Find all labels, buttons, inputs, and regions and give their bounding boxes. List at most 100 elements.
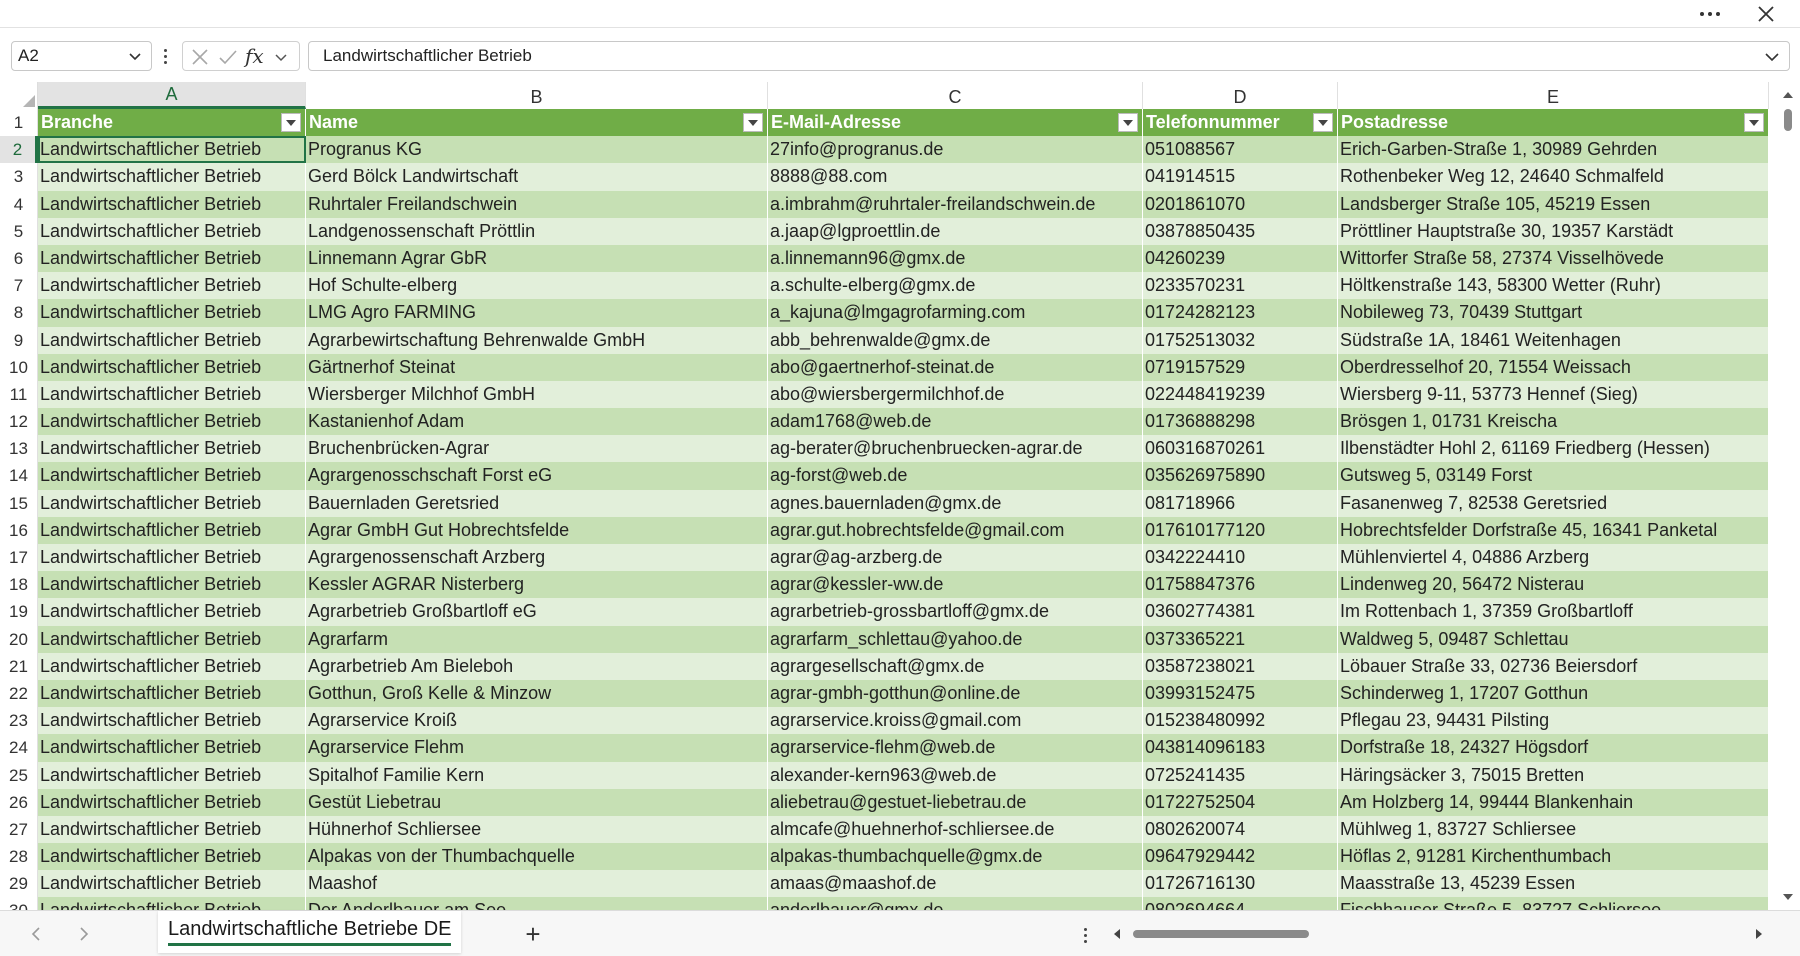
cell-telefon[interactable]: 01736888298 (1143, 408, 1338, 436)
cell-email[interactable]: agrarfarm_schlettau@yahoo.de (768, 625, 1143, 653)
cell-name[interactable]: Maashof (306, 870, 768, 898)
cancel-icon[interactable] (189, 47, 211, 67)
row-number[interactable]: 3 (0, 163, 38, 191)
cell-telefon[interactable]: 01758847376 (1143, 571, 1338, 599)
cell-branche[interactable]: Landwirtschaftlicher Betrieb (38, 217, 306, 245)
cell-branche[interactable]: Landwirtschaftlicher Betrieb (38, 652, 306, 680)
row-number[interactable]: 8 (0, 299, 38, 327)
row-number[interactable]: 15 (0, 489, 38, 517)
row-number[interactable]: 12 (0, 408, 38, 436)
cell-name[interactable]: Progranus KG (306, 136, 768, 164)
cell-postadresse[interactable]: Waldweg 5, 09487 Schlettau (1338, 625, 1769, 653)
row-number[interactable]: 28 (0, 843, 38, 871)
close-icon[interactable] (1742, 0, 1790, 28)
cell-name[interactable]: Gotthun, Groß Kelle & Minzow (306, 679, 768, 708)
cell-email[interactable]: 27info@progranus.de (768, 136, 1143, 164)
vertical-scroll-thumb[interactable] (1784, 109, 1792, 131)
cell-postadresse[interactable]: Lindenweg 20, 56472 Nisterau (1338, 571, 1769, 599)
cell-name[interactable]: Agrarbetrieb Am Bieleboh (306, 652, 768, 680)
name-box[interactable]: A2 (11, 41, 152, 71)
cell-postadresse[interactable]: Nobileweg 73, 70439 Stuttgart (1338, 299, 1769, 327)
cell-postadresse[interactable]: Fasanenweg 7, 82538 Geretsried (1338, 489, 1769, 517)
cell-telefon[interactable]: 0802694664 (1143, 897, 1338, 910)
cell-email[interactable]: a_kajuna@lmgagrofarming.com (768, 299, 1143, 327)
cell-telefon[interactable]: 01724282123 (1143, 299, 1338, 327)
filter-dropdown-icon[interactable] (1744, 113, 1764, 132)
cell-branche[interactable]: Landwirtschaftlicher Betrieb (38, 136, 306, 164)
cell-telefon[interactable]: 022448419239 (1143, 380, 1338, 409)
cell-name[interactable]: Gestüt Liebetrau (306, 788, 768, 816)
row-number[interactable]: 22 (0, 679, 38, 708)
cell-name[interactable]: Agrarfarm (306, 625, 768, 653)
cell-branche[interactable]: Landwirtschaftlicher Betrieb (38, 299, 306, 327)
header-cell-postadresse[interactable]: Postadresse (1338, 109, 1769, 137)
cell-name[interactable]: Landgenossenschaft Pröttlin (306, 217, 768, 245)
cell-email[interactable]: agrar.gut.hobrechtsfelde@gmail.com (768, 516, 1143, 544)
cell-name[interactable]: Agrarbetrieb Großbartloff eG (306, 598, 768, 626)
row-number[interactable]: 9 (0, 326, 38, 354)
cell-telefon[interactable]: 0725241435 (1143, 761, 1338, 789)
row-number[interactable]: 19 (0, 598, 38, 626)
cell-email[interactable]: anderlbauer@gmx.de (768, 897, 1143, 910)
cell-branche[interactable]: Landwirtschaftlicher Betrieb (38, 843, 306, 871)
cell-email[interactable]: alexander-kern963@web.de (768, 761, 1143, 789)
cell-branche[interactable]: Landwirtschaftlicher Betrieb (38, 489, 306, 517)
cell-telefon[interactable]: 01752513032 (1143, 326, 1338, 354)
cell-branche[interactable]: Landwirtschaftlicher Betrieb (38, 244, 306, 273)
cell-branche[interactable]: Landwirtschaftlicher Betrieb (38, 544, 306, 572)
cell-postadresse[interactable]: Ilbenstädter Hohl 2, 61169 Friedberg (He… (1338, 435, 1769, 463)
row-number[interactable]: 4 (0, 190, 38, 218)
cell-branche[interactable]: Landwirtschaftlicher Betrieb (38, 435, 306, 463)
formula-bar-options-icon[interactable] (160, 44, 170, 68)
scroll-left-icon[interactable] (1110, 927, 1124, 941)
header-cell-email[interactable]: E-Mail-Adresse (768, 109, 1143, 137)
cell-postadresse[interactable]: Höltkenstraße 143, 58300 Wetter (Ruhr) (1338, 272, 1769, 300)
cell-branche[interactable]: Landwirtschaftlicher Betrieb (38, 598, 306, 626)
cell-email[interactable]: almcafe@huehnerhof-schliersee.de (768, 815, 1143, 844)
cell-postadresse[interactable]: Erich-Garben-Straße 1, 30989 Gehrden (1338, 136, 1769, 164)
cell-postadresse[interactable]: Am Holzberg 14, 99444 Blankenhain (1338, 788, 1769, 816)
cell-email[interactable]: agrarbetrieb-grossbartloff@gmx.de (768, 598, 1143, 626)
header-cell-telefon[interactable]: Telefonnummer (1143, 109, 1338, 137)
cell-name[interactable]: Alpakas von der Thumbachquelle (306, 843, 768, 871)
cell-branche[interactable]: Landwirtschaftlicher Betrieb (38, 408, 306, 436)
cell-name[interactable]: Linnemann Agrar GbR (306, 244, 768, 273)
row-number[interactable]: 2 (0, 136, 38, 164)
insert-function-icon[interactable]: fx (245, 44, 267, 68)
add-sheet-button[interactable]: + (520, 919, 546, 949)
filter-dropdown-icon[interactable] (743, 113, 763, 132)
cell-branche[interactable]: Landwirtschaftlicher Betrieb (38, 353, 306, 381)
cell-branche[interactable]: Landwirtschaftlicher Betrieb (38, 462, 306, 490)
cell-email[interactable]: a.schulte-elberg@gmx.de (768, 272, 1143, 300)
cell-name[interactable]: LMG Agro FARMING (306, 299, 768, 327)
cell-name[interactable]: Agrarservice Flehm (306, 734, 768, 762)
row-number[interactable]: 26 (0, 788, 38, 816)
cell-name[interactable]: Kessler AGRAR Nisterberg (306, 571, 768, 599)
cell-telefon[interactable]: 03587238021 (1143, 652, 1338, 680)
row-number[interactable]: 1 (0, 109, 38, 137)
cell-telefon[interactable]: 081718966 (1143, 489, 1338, 517)
more-options-icon[interactable] (1686, 0, 1734, 28)
cell-email[interactable]: a.linnemann96@gmx.de (768, 244, 1143, 273)
cell-name[interactable]: Hühnerhof Schliersee (306, 815, 768, 844)
cell-branche[interactable]: Landwirtschaftlicher Betrieb (38, 761, 306, 789)
cell-name[interactable]: Bruchenbrücken-Agrar (306, 435, 768, 463)
cell-branche[interactable]: Landwirtschaftlicher Betrieb (38, 571, 306, 599)
cell-name[interactable]: Agrar GmbH Gut Hobrechtsfelde (306, 516, 768, 544)
filter-dropdown-icon[interactable] (281, 113, 301, 132)
column-header-d[interactable]: D (1143, 82, 1338, 109)
sheet-options-icon[interactable] (1082, 925, 1088, 945)
cell-email[interactable]: agrar@kessler-ww.de (768, 571, 1143, 599)
header-cell-name[interactable]: Name (306, 109, 768, 137)
cell-postadresse[interactable]: Wiersberg 9-11, 53773 Hennef (Sieg) (1338, 380, 1769, 409)
row-number[interactable]: 11 (0, 380, 38, 409)
cell-name[interactable]: Agrarservice Kroiß (306, 707, 768, 735)
cell-email[interactable]: agrar-gmbh-gotthun@online.de (768, 679, 1143, 708)
scroll-right-icon[interactable] (1752, 927, 1766, 941)
cell-telefon[interactable]: 035626975890 (1143, 462, 1338, 490)
cell-branche[interactable]: Landwirtschaftlicher Betrieb (38, 326, 306, 354)
row-number[interactable]: 18 (0, 571, 38, 599)
cell-name[interactable]: Der Anderlbauer am See (306, 897, 768, 910)
horizontal-scroll-thumb[interactable] (1133, 930, 1309, 938)
column-header-a[interactable]: A (38, 82, 306, 109)
